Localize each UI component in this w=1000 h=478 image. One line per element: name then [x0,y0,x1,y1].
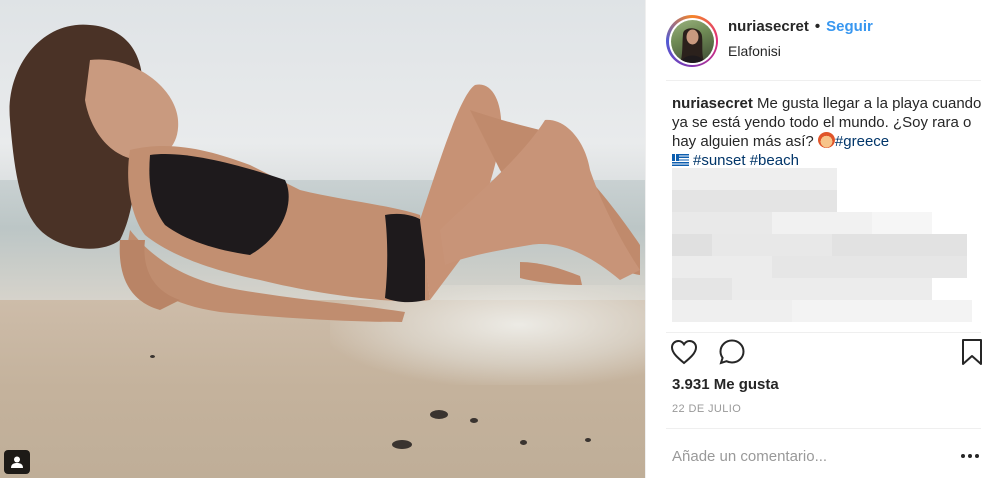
more-icon[interactable] [961,454,987,458]
woman-on-beach-figure [9,24,640,322]
username-link[interactable]: nuriasecret [728,18,809,35]
hashtag-greece-link[interactable]: #greece [835,133,889,150]
pixelated-comments-area [672,168,972,326]
pebble [150,355,155,358]
likes-count[interactable]: 3.931 Me gusta [672,376,779,393]
follow-button[interactable]: Seguir [826,18,873,35]
post-sidebar: nuriasecret • Seguir Elafonisi nuriasecr… [645,0,1000,478]
post-date[interactable]: 22 DE JULIO [672,403,741,415]
pebble [430,410,448,419]
header-divider [666,80,981,81]
heart-icon[interactable] [668,336,700,368]
pebble [392,440,412,449]
location-link[interactable]: Elafonisi [728,43,873,59]
pebble [470,418,478,423]
user-tag-icon[interactable] [4,450,30,474]
separator-dot: • [814,17,821,35]
comment-divider [666,428,981,429]
avatar-image [670,19,714,63]
comment-icon[interactable] [716,336,748,368]
greece-flag-emoji-icon [672,154,689,166]
hashtag-beach-link[interactable]: #beach [750,152,799,169]
caption-username-link[interactable]: nuriasecret [672,95,753,112]
post-header: nuriasecret • Seguir Elafonisi [666,10,981,72]
actions-divider [666,332,981,333]
bookmark-icon[interactable] [956,336,988,368]
post-photo[interactable] [0,0,645,478]
pebble [520,440,527,445]
comment-input[interactable]: Añade un comentario... [672,448,827,465]
post-caption: nuriasecret Me gusta llegar a la playa c… [672,94,987,170]
avatar[interactable] [666,15,718,67]
pebble [585,438,591,442]
woman-red-hair-emoji-icon [817,132,835,148]
post-actions [670,336,988,368]
hashtag-sunset-link[interactable]: #sunset [693,152,746,169]
comment-input-area: Añade un comentario... [672,436,987,476]
